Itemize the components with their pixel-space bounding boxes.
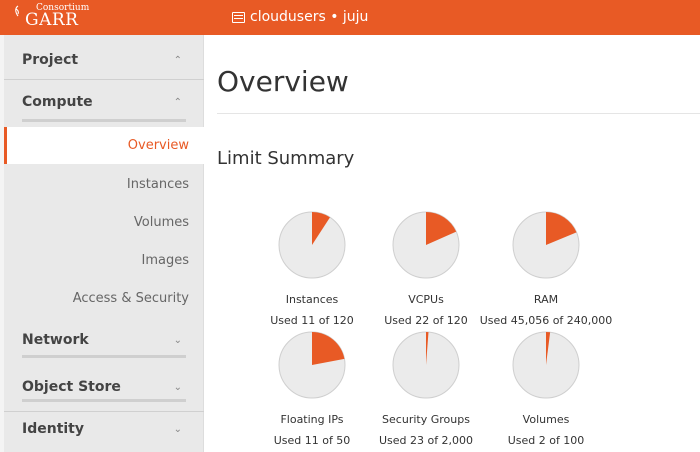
limit-label: VCPUs — [408, 293, 444, 306]
sidebar-item-images[interactable]: Images — [4, 242, 204, 279]
project-context-switcher[interactable]: cloudusers • juju — [232, 9, 368, 25]
page-title: Overview — [217, 65, 349, 98]
limit-used-text: Used 2 of 100 — [507, 434, 585, 447]
limit-used-text: Used 45,056 of 240,000 — [479, 314, 613, 327]
limit-label: RAM — [533, 293, 559, 306]
sidebar-section-label: Compute — [22, 94, 93, 110]
chevron-down-icon: ⌄ — [173, 334, 182, 346]
limit-pie-chart — [278, 211, 346, 279]
limit-pie-block: VCPUs Used 22 of 120 — [356, 210, 496, 327]
sidebar-section-compute[interactable]: Compute ⌃ — [7, 86, 197, 118]
divider — [4, 411, 204, 412]
limit-label: Volumes — [522, 413, 570, 426]
divider — [4, 79, 204, 80]
sidebar-item-volumes[interactable]: Volumes — [4, 204, 204, 241]
divider — [217, 113, 700, 114]
brand-logo[interactable]: Consortium GARR — [15, 4, 89, 30]
sidebar-item-instances[interactable]: Instances — [4, 166, 204, 203]
limit-pie-chart — [278, 331, 346, 399]
divider — [22, 119, 186, 122]
sidebar-item-label: Access & Security — [72, 291, 189, 306]
logo-mark-icon — [15, 5, 19, 17]
limit-used-text: Used 23 of 2,000 — [378, 434, 474, 447]
limit-label: Security Groups — [382, 413, 470, 426]
project-list-icon — [232, 11, 245, 23]
limit-pie-block: Volumes Used 2 of 100 — [476, 330, 616, 447]
limit-pie-block: Security Groups Used 23 of 2,000 — [356, 330, 496, 447]
project-context-label: cloudusers • juju — [250, 9, 369, 25]
sidebar-section-label: Identity — [22, 421, 85, 437]
sidebar-item-label: Overview — [127, 138, 189, 153]
sidebar-item-overview[interactable]: Overview — [4, 127, 204, 164]
chevron-up-icon: ⌃ — [173, 96, 182, 108]
sidebar-item-label: Volumes — [133, 215, 189, 230]
divider — [22, 355, 186, 358]
chevron-down-icon: ⌄ — [173, 423, 182, 435]
chevron-up-icon: ⌃ — [173, 54, 182, 66]
sidebar: Project ⌃ Compute ⌃ Overview Instances V… — [0, 35, 204, 452]
limit-pie-block: RAM Used 45,056 of 240,000 — [476, 210, 616, 327]
sidebar-section-label: Project — [22, 52, 79, 68]
sidebar-section-label: Network — [22, 332, 89, 348]
limit-pie-chart — [392, 211, 460, 279]
sidebar-section-identity[interactable]: Identity ⌄ — [7, 413, 197, 445]
chevron-down-icon: ⌄ — [173, 381, 182, 393]
limit-pie-chart — [512, 331, 580, 399]
divider — [22, 399, 186, 402]
brand-large-text: GARR — [25, 10, 79, 30]
sidebar-item-label: Images — [141, 253, 190, 268]
limit-summary-heading: Limit Summary — [217, 148, 355, 169]
limit-used-text: Used 22 of 120 — [384, 314, 468, 327]
top-navbar: Consortium GARR cloudusers • juju — [0, 0, 700, 35]
sidebar-item-label: Instances — [126, 177, 189, 192]
sidebar-item-access-security[interactable]: Access & Security — [4, 280, 204, 317]
sidebar-section-network[interactable]: Network ⌄ — [7, 324, 197, 356]
sidebar-section-project[interactable]: Project ⌃ — [7, 44, 197, 76]
limit-pie-chart — [392, 331, 460, 399]
limit-pie-chart — [512, 211, 580, 279]
sidebar-section-label: Object Store — [22, 379, 121, 395]
